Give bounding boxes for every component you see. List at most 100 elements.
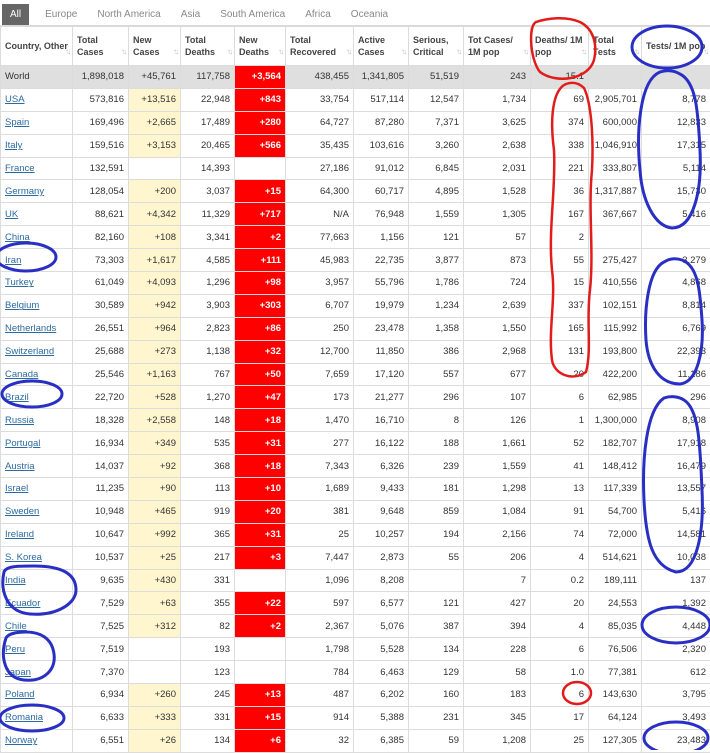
sort-arrows-icon[interactable]: ↑↓ <box>227 46 231 58</box>
country-link[interactable]: Japan <box>5 667 31 678</box>
cell: 1 <box>531 409 589 432</box>
tab-europe[interactable]: Europe <box>35 4 87 25</box>
sort-arrows-icon[interactable]: ↑↓ <box>581 46 585 58</box>
column-header[interactable]: Serious, Critical↑↓ <box>409 27 464 66</box>
column-header[interactable]: Total Recovered ↑↓ <box>286 27 354 66</box>
country-link[interactable]: Ireland <box>5 529 34 540</box>
sort-arrows-icon[interactable]: ↑↓ <box>401 46 405 58</box>
cell: 1,898,018 <box>73 66 129 89</box>
cell: +4,093 <box>129 272 181 295</box>
table-row: Chile7,525+31282+22,3675,076387394485,03… <box>1 615 710 638</box>
table-row: Norway6,551+26134+6326,385591,20825127,3… <box>1 729 710 752</box>
sort-arrows-icon[interactable]: ↑↓ <box>121 46 125 58</box>
country-cell: Peru <box>1 638 73 661</box>
cell: 0.2 <box>531 569 589 592</box>
cell: 26,551 <box>73 317 129 340</box>
country-link[interactable]: Germany <box>5 186 44 197</box>
column-header[interactable]: Tot Cases/ 1M pop↑↓ <box>464 27 531 66</box>
cell: 60,717 <box>354 180 409 203</box>
cell: 1,046,910 <box>589 134 642 157</box>
country-link[interactable]: USA <box>5 94 25 105</box>
column-header[interactable]: Total Tests↑↓ <box>589 27 642 66</box>
country-cell: USA <box>1 88 73 111</box>
cell: 76,506 <box>589 638 642 661</box>
column-header[interactable]: New Deaths ↑↓ <box>235 27 286 66</box>
cell: +2,665 <box>129 111 181 134</box>
country-link[interactable]: Russia <box>5 415 34 426</box>
cell: 58 <box>464 661 531 684</box>
tab-africa[interactable]: Africa <box>295 4 341 25</box>
country-link[interactable]: S. Korea <box>5 552 42 563</box>
country-link[interactable]: Ecuador <box>5 598 40 609</box>
country-link[interactable]: Chile <box>5 621 27 632</box>
cell: 27,186 <box>286 157 354 180</box>
country-link[interactable]: Romania <box>5 712 43 723</box>
country-link[interactable]: Israel <box>5 483 28 494</box>
sort-arrows-icon[interactable]: ↑↓ <box>523 46 527 58</box>
country-link[interactable]: France <box>5 163 35 174</box>
cell: +15 <box>235 706 286 729</box>
column-header[interactable]: New Cases↑↓ <box>129 27 181 66</box>
cell: 1,138 <box>181 340 235 363</box>
country-link[interactable]: Sweden <box>5 506 39 517</box>
sort-arrows-icon[interactable]: ↑↓ <box>346 46 350 58</box>
tab-asia[interactable]: Asia <box>171 4 210 25</box>
cell: 3,279 <box>642 249 710 272</box>
country-link[interactable]: UK <box>5 209 18 220</box>
cell: 189,111 <box>589 569 642 592</box>
tab-north-america[interactable]: North America <box>87 4 170 25</box>
cell: +2,558 <box>129 409 181 432</box>
cell: 23,483 <box>642 729 710 752</box>
country-link[interactable]: Canada <box>5 369 38 380</box>
country-link[interactable]: Switzerland <box>5 346 54 357</box>
cell: 2,320 <box>642 638 710 661</box>
country-link[interactable]: India <box>5 575 26 586</box>
cell: 24,553 <box>589 592 642 615</box>
cell: 1,470 <box>286 409 354 432</box>
country-link[interactable]: Spain <box>5 117 29 128</box>
country-link[interactable]: Austria <box>5 461 35 472</box>
region-tabs: All EuropeNorth AmericaAsiaSouth AmericaA… <box>0 0 710 26</box>
column-header[interactable]: Total Cases↑↓ <box>73 27 129 66</box>
tab-south-america[interactable]: South America <box>210 4 295 25</box>
sort-arrows-icon[interactable]: ↑↓ <box>65 46 69 58</box>
sort-arrows-icon[interactable]: ↑↓ <box>456 46 460 58</box>
cell: 11,186 <box>642 363 710 386</box>
sort-arrows-icon[interactable]: ↑↓ <box>278 46 282 58</box>
column-header[interactable]: Total Deaths↑↓ <box>181 27 235 66</box>
cell: 17,120 <box>354 363 409 386</box>
country-link[interactable]: Turkey <box>5 277 34 288</box>
column-header[interactable]: Tests/ 1M pop↑↓ <box>642 27 710 66</box>
cell: +566 <box>235 134 286 157</box>
country-link[interactable]: Peru <box>5 644 25 655</box>
cell: 7,519 <box>73 638 129 661</box>
column-header-label: New Deaths <box>239 35 269 57</box>
country-link[interactable]: Brazil <box>5 392 29 403</box>
column-header[interactable]: Country, Other↑↓ <box>1 27 73 66</box>
sort-arrows-icon[interactable]: ↑↓ <box>703 46 707 58</box>
cell: 387 <box>409 615 464 638</box>
country-link[interactable]: Norway <box>5 735 37 746</box>
cell: 333,807 <box>589 157 642 180</box>
country-cell: China <box>1 226 73 249</box>
column-header-label: Total Recovered <box>290 35 336 57</box>
country-link[interactable]: Netherlands <box>5 323 56 334</box>
column-header[interactable]: Deaths/ 1M pop↑↓ <box>531 27 589 66</box>
cell <box>129 661 181 684</box>
country-link[interactable]: China <box>5 232 30 243</box>
cell: 600,000 <box>589 111 642 134</box>
tab-all[interactable]: All <box>2 4 29 25</box>
sort-arrows-icon[interactable]: ↑↓ <box>634 46 638 58</box>
cell: +200 <box>129 180 181 203</box>
country-link[interactable]: Poland <box>5 689 35 700</box>
country-link[interactable]: Iran <box>5 255 21 266</box>
country-link[interactable]: Italy <box>5 140 22 151</box>
country-link[interactable]: Belgium <box>5 300 39 311</box>
table-row: Turkey61,049+4,0931,296+983,95755,7961,7… <box>1 272 710 295</box>
column-header[interactable]: Active Cases↑↓ <box>354 27 409 66</box>
sort-arrows-icon[interactable]: ↑↓ <box>173 46 177 58</box>
country-link[interactable]: Portugal <box>5 438 40 449</box>
cell: 1.0 <box>531 661 589 684</box>
cell: 1,298 <box>464 478 531 501</box>
tab-oceania[interactable]: Oceania <box>341 4 398 25</box>
